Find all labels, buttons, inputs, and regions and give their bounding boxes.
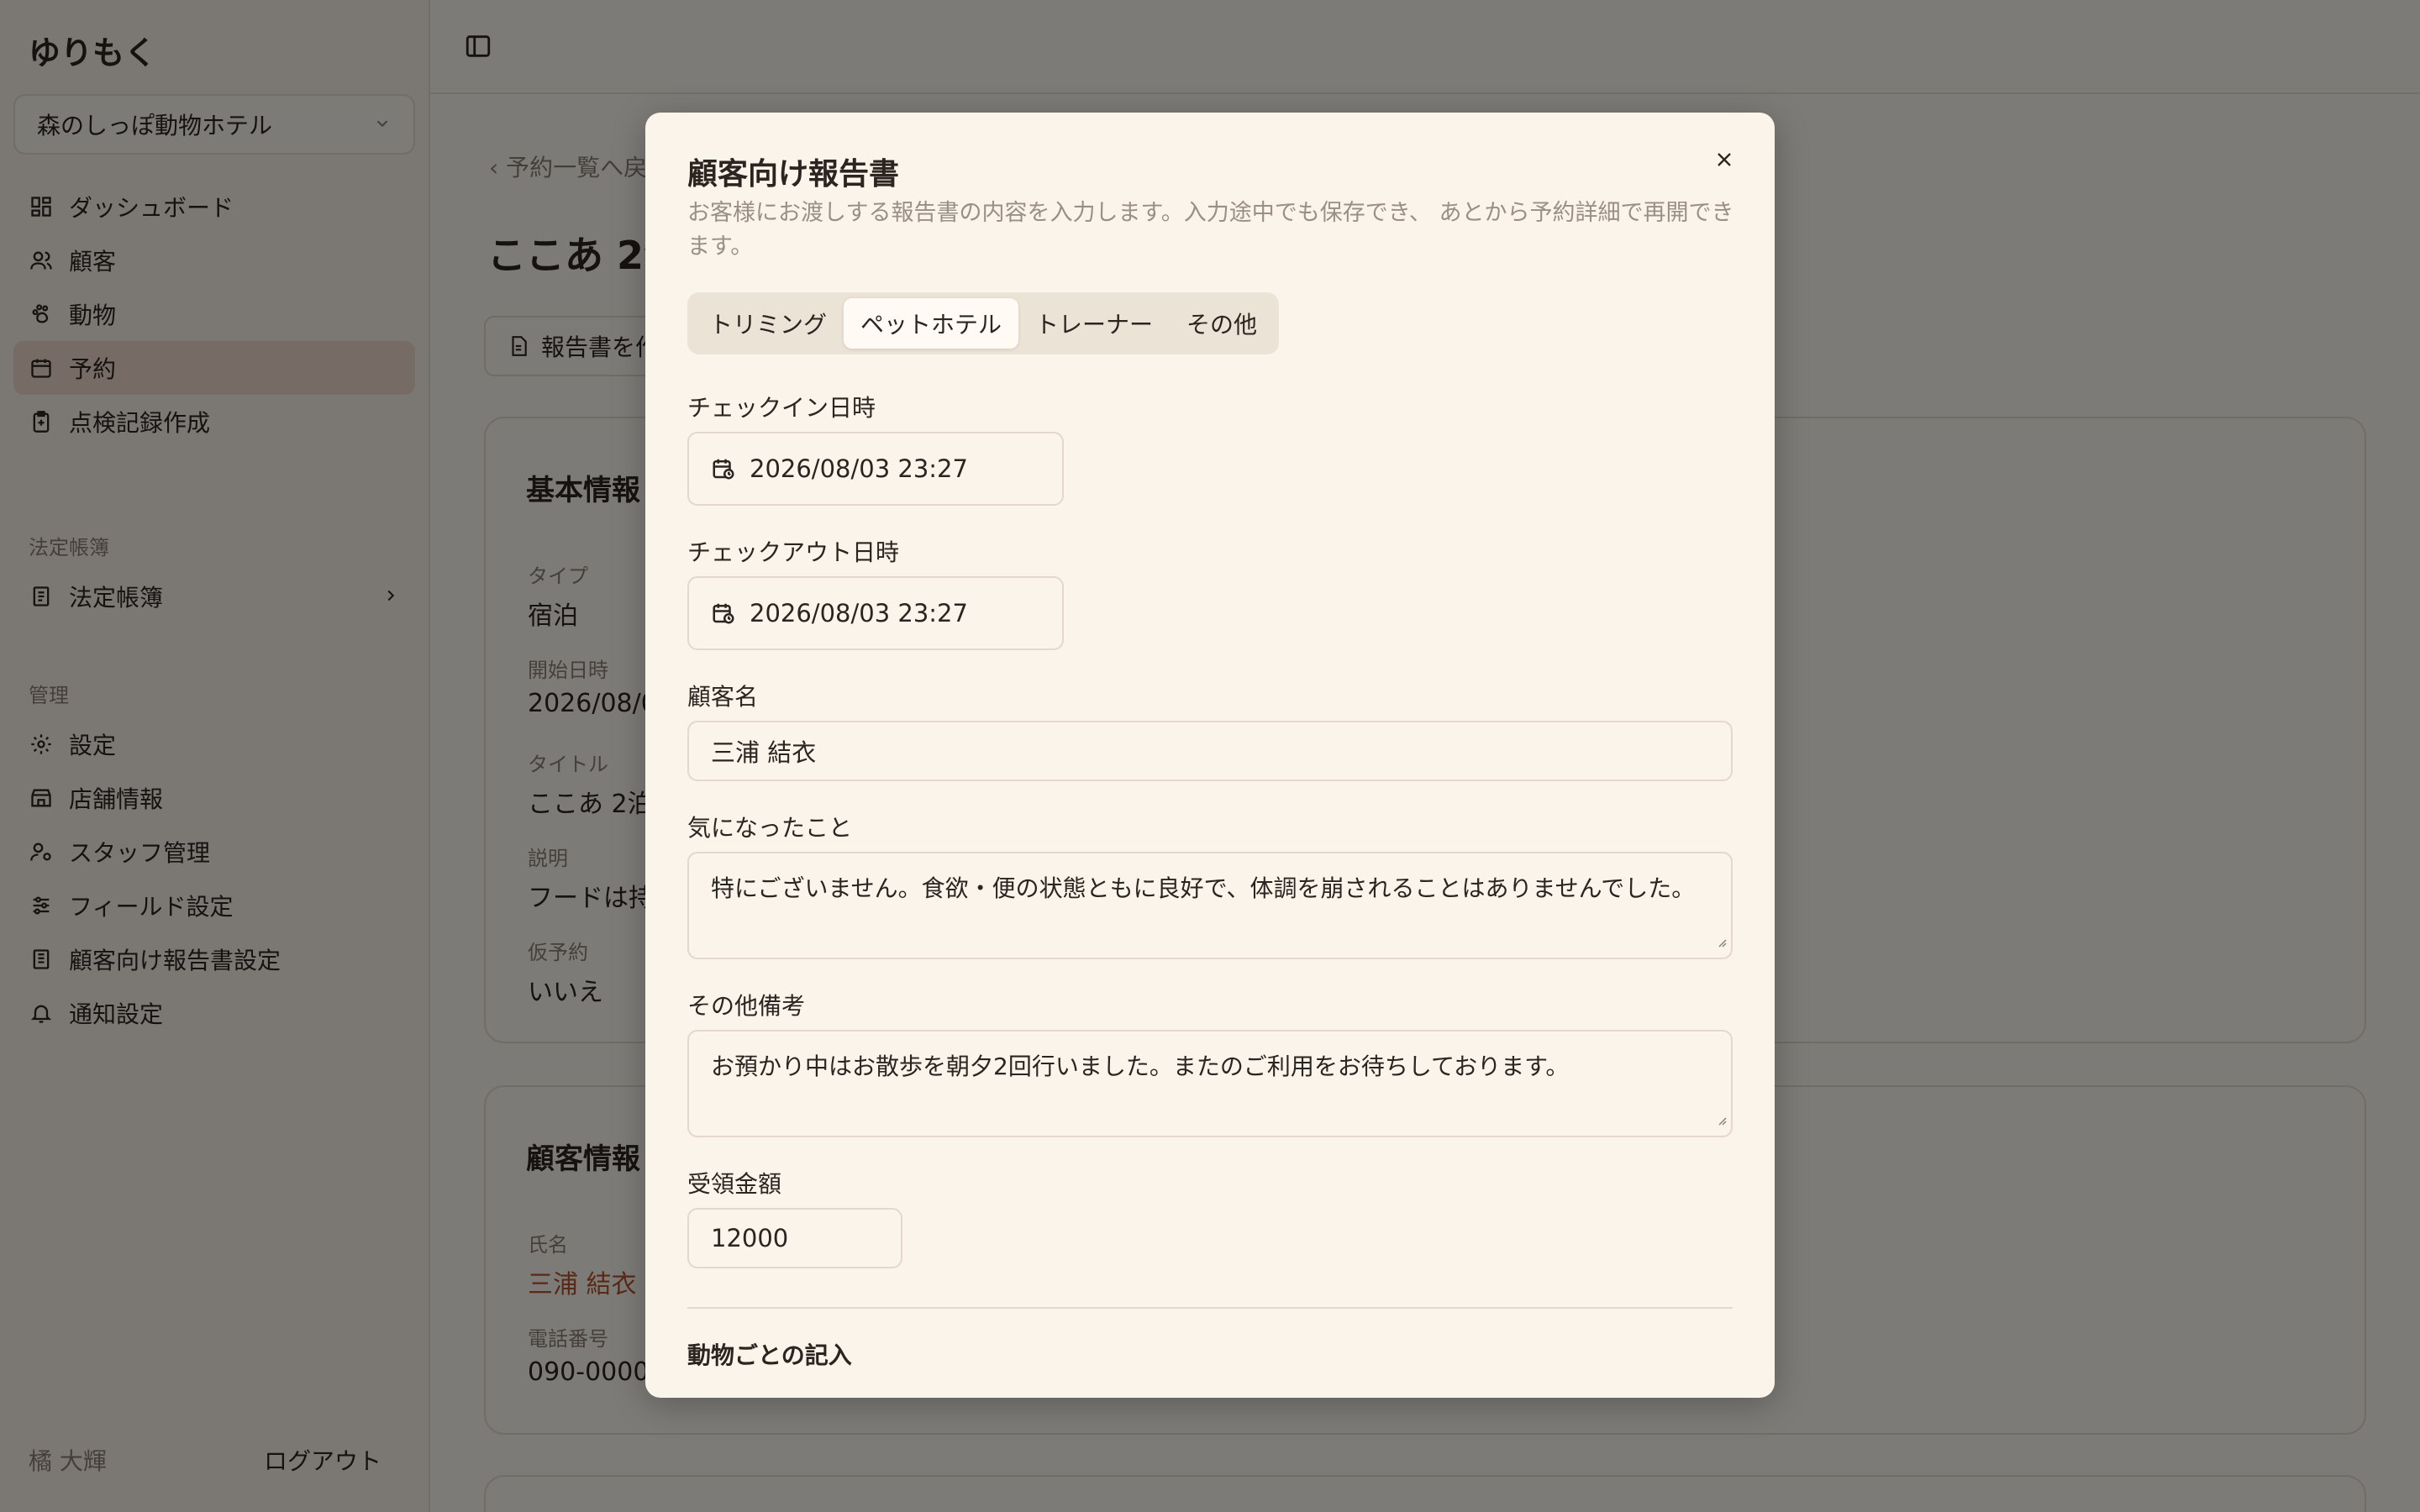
calendar-clock-icon	[711, 456, 736, 481]
concern-label: 気になったこと	[687, 814, 853, 842]
calendar-clock-icon	[711, 601, 736, 626]
checkout-value: 2026/08/03 23:27	[750, 599, 968, 627]
customer-name-value: 三浦 結衣	[711, 738, 817, 767]
checkin-datetime-field[interactable]: 2026/08/03 23:27	[687, 432, 1064, 506]
resize-handle-icon[interactable]	[1714, 1105, 1728, 1132]
customer-name-label: 顧客名	[687, 683, 759, 711]
notes-textarea[interactable]: お預かり中はお散歩を朝夕2回行いました。またのご利用をお待ちしております。	[687, 1030, 1733, 1137]
customer-name-input[interactable]: 三浦 結衣	[687, 721, 1733, 781]
dialog-title: 顧客向け報告書	[687, 157, 900, 192]
resize-handle-icon[interactable]	[1714, 927, 1728, 954]
close-icon[interactable]	[1707, 143, 1741, 176]
tab-other[interactable]: その他	[1170, 298, 1274, 349]
notes-text: お預かり中はお散歩を朝夕2回行いました。またのご利用をお待ちしております。	[711, 1053, 1570, 1080]
per-animal-heading: 動物ごとの記入	[687, 1341, 852, 1369]
tab-trainer[interactable]: トレーナー	[1018, 298, 1170, 349]
tab-trimming[interactable]: トリミング	[692, 298, 844, 349]
report-type-tabs: トリミング ペットホテル トレーナー その他	[687, 292, 1280, 354]
report-dialog: 顧客向け報告書 お客様にお渡しする報告書の内容を入力します。入力途中でも保存でき…	[645, 113, 1775, 1398]
checkout-label: チェックアウト日時	[687, 538, 900, 566]
section-divider	[687, 1307, 1733, 1309]
concern-textarea[interactable]: 特にございません。食欲・便の状態ともに良好で、体調を崩されることはありませんでし…	[687, 852, 1733, 959]
concern-text: 特にございません。食欲・便の状態ともに良好で、体調を崩されることはありませんでし…	[711, 874, 1696, 902]
amount-value: 12000	[711, 1224, 789, 1252]
amount-input[interactable]: 12000	[687, 1208, 902, 1268]
checkin-value: 2026/08/03 23:27	[750, 454, 968, 483]
checkin-label: チェックイン日時	[687, 394, 876, 422]
notes-label: その他備考	[687, 992, 806, 1020]
checkout-datetime-field[interactable]: 2026/08/03 23:27	[687, 576, 1064, 650]
tab-pet-hotel[interactable]: ペットホテル	[844, 298, 1019, 349]
amount-label: 受領金額	[687, 1170, 782, 1198]
dialog-description: お客様にお渡しする報告書の内容を入力します。入力途中でも保存でき、 あとから予約…	[687, 200, 1734, 260]
